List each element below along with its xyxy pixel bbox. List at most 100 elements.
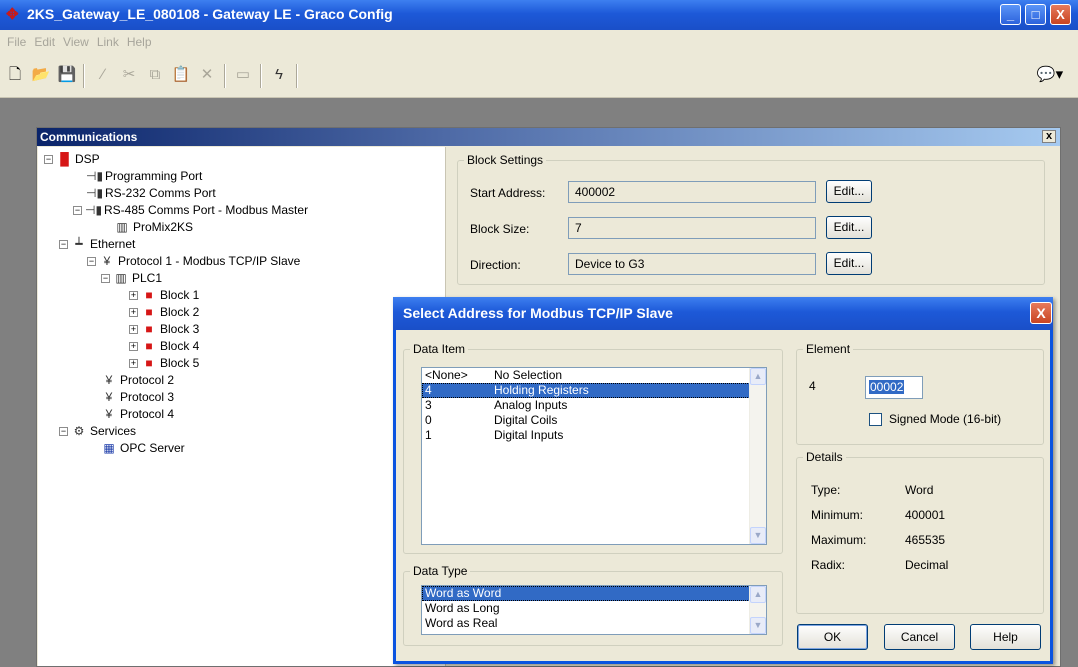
help-button[interactable]: Help — [970, 624, 1041, 650]
tree-item-rs485[interactable]: − ⊣▮ RS-485 Comms Port - Modbus Master — [73, 202, 308, 219]
tree-item-block-3[interactable]: + ■ Block 3 — [129, 321, 199, 338]
menu-file[interactable]: File — [3, 30, 30, 54]
delete-icon[interactable]: ✕ — [196, 64, 218, 86]
frame-icon[interactable]: ▭ — [232, 64, 254, 86]
protocol-icon: ¥ — [105, 407, 113, 421]
port-icon: ⊣▮ — [86, 186, 104, 200]
expand-icon[interactable]: + — [129, 325, 138, 335]
toolbar-separator — [83, 64, 85, 88]
collapse-icon[interactable]: − — [59, 427, 68, 437]
toolbar-separator — [296, 64, 298, 88]
block-icon: ■ — [145, 305, 153, 319]
data-type-scrollbar[interactable]: ▲ ▼ — [749, 586, 766, 634]
expand-icon[interactable]: + — [129, 291, 138, 301]
tree-item-opc-server[interactable]: ▦ OPC Server — [101, 440, 184, 457]
minimize-button[interactable]: _ — [1000, 4, 1021, 25]
data-item-list[interactable]: <None> No Selection 4 Holding Registers 3A… — [421, 367, 767, 545]
save-icon[interactable]: 💾 — [56, 64, 78, 86]
menu-view[interactable]: View — [59, 30, 93, 54]
scroll-down-icon[interactable]: ▼ — [750, 527, 766, 544]
new-icon[interactable]: 🗋 — [4, 64, 26, 86]
data-item-scrollbar[interactable]: ▲ ▼ — [749, 368, 766, 544]
copy-icon[interactable]: ⧉ — [144, 64, 166, 86]
cut-icon[interactable]: ✂ — [118, 64, 140, 86]
app-icon: ✥ — [6, 6, 19, 23]
tree-item-block-5[interactable]: + ■ Block 5 — [129, 355, 199, 372]
cancel-button[interactable]: Cancel — [884, 624, 955, 650]
list-item[interactable]: 3 Analog Inputs — [422, 398, 766, 413]
tree-item-block-4[interactable]: + ■ Block 4 — [129, 338, 199, 355]
block-size-edit-button[interactable]: Edit... — [826, 216, 872, 239]
maximize-button[interactable]: □ — [1025, 4, 1046, 25]
port-icon: ⊣▮ — [85, 203, 103, 217]
list-item-selected[interactable]: 4 Holding Registers — [422, 383, 766, 398]
scroll-up-icon[interactable]: ▲ — [750, 586, 766, 603]
tree-item-protocol-1[interactable]: − ¥ Protocol 1 - Modbus TCP/IP Slave — [87, 253, 300, 270]
port-icon: ⊣▮ — [86, 169, 104, 183]
signed-mode-checkbox[interactable] — [869, 413, 882, 426]
protocol-icon: ¥ — [105, 373, 113, 387]
menu-link[interactable]: Link — [93, 30, 123, 54]
tree-item-protocol-4[interactable]: ¥ Protocol 4 — [101, 406, 174, 423]
list-item[interactable]: Word as Long — [422, 601, 766, 616]
tree-item-promix2ks[interactable]: ▥ ProMix2KS — [114, 219, 193, 236]
collapse-icon[interactable]: − — [59, 240, 68, 250]
ok-button[interactable]: OK — [797, 624, 868, 650]
panel-title: Communications — [40, 130, 138, 144]
start-address-edit-button[interactable]: Edit... — [826, 180, 872, 203]
data-type-title: Data Type — [410, 564, 471, 578]
open-icon[interactable]: 📂 — [30, 64, 52, 86]
data-type-list[interactable]: Word as Word Word as Long Word as Real ▲… — [421, 585, 767, 635]
list-item[interactable]: 1 Digital Inputs — [422, 428, 766, 443]
window-title: 2KS_Gateway_LE_080108 - Gateway LE - Gra… — [27, 6, 393, 22]
collapse-icon[interactable]: − — [101, 274, 110, 284]
signed-mode-label[interactable]: Signed Mode (16-bit) — [889, 412, 1001, 426]
list-item-selected[interactable]: Word as Word — [422, 586, 766, 601]
collapse-icon[interactable]: − — [73, 206, 82, 216]
device-rack-icon: ▥ — [115, 271, 127, 285]
tree-item-label: Programming Port — [105, 169, 203, 183]
edit-pencil-icon[interactable]: ∕ — [92, 64, 114, 86]
collapse-icon[interactable]: − — [87, 257, 96, 267]
direction-edit-button[interactable]: Edit... — [826, 252, 872, 275]
tree-item-services[interactable]: − ⚙ Services — [59, 423, 136, 440]
menu-bar: File Edit View Link Help — [0, 30, 1078, 54]
expand-icon[interactable]: + — [129, 342, 138, 352]
expand-icon[interactable]: + — [129, 359, 138, 369]
tree-item-programming-port[interactable]: ⊣▮ Programming Port — [86, 168, 202, 185]
dialog-title-bar: Select Address for Modbus TCP/IP Slave X — [393, 297, 1053, 330]
tree-item-ethernet[interactable]: − ┷ Ethernet — [59, 236, 135, 253]
scroll-up-icon[interactable]: ▲ — [750, 368, 766, 385]
menu-help[interactable]: Help — [123, 30, 156, 54]
tree-item-protocol-3[interactable]: ¥ Protocol 3 — [101, 389, 174, 406]
dialog-title: Select Address for Modbus TCP/IP Slave — [403, 305, 673, 321]
list-item[interactable]: Word as Real — [422, 616, 766, 631]
comment-icon[interactable]: 💬▾ — [1030, 64, 1070, 86]
tree-item-rs232[interactable]: ⊣▮ RS-232 Comms Port — [86, 185, 216, 202]
list-item[interactable]: 0 Digital Coils — [422, 413, 766, 428]
tree-item-label: DSP — [75, 152, 100, 166]
data-item-group: Data Item <None> No Selection 4 Holding Re… — [403, 342, 783, 554]
paste-icon[interactable]: 📋 — [170, 64, 192, 86]
tree-item-protocol-2[interactable]: ¥ Protocol 2 — [101, 372, 174, 389]
group-title: Block Settings — [464, 153, 547, 167]
list-item[interactable]: <None> No Selection — [422, 368, 766, 383]
services-gear-icon: ⚙ — [73, 424, 85, 438]
tree-item-block-2[interactable]: + ■ Block 2 — [129, 304, 199, 321]
close-button[interactable]: X — [1050, 4, 1071, 25]
collapse-icon[interactable]: − — [44, 155, 53, 165]
tree-item-dsp[interactable]: − ▐▌ DSP — [44, 151, 100, 168]
panel-header: Communications x — [37, 128, 1060, 146]
panel-close-button[interactable]: x — [1042, 130, 1056, 143]
lightning-icon[interactable]: ϟ — [268, 64, 290, 86]
menu-edit[interactable]: Edit — [30, 30, 59, 54]
block-icon: ■ — [145, 288, 153, 302]
tree-item-label: Protocol 1 - Modbus TCP/IP Slave — [118, 254, 301, 268]
element-input[interactable]: 00002 — [865, 376, 923, 399]
tree-item-label: RS-485 Comms Port - Modbus Master — [104, 203, 309, 217]
scroll-down-icon[interactable]: ▼ — [750, 617, 766, 634]
expand-icon[interactable]: + — [129, 308, 138, 318]
dialog-close-button[interactable]: X — [1030, 302, 1052, 324]
tree-item-plc1[interactable]: − ▥ PLC1 — [101, 270, 162, 287]
tree-item-block-1[interactable]: + ■ Block 1 — [129, 287, 199, 304]
